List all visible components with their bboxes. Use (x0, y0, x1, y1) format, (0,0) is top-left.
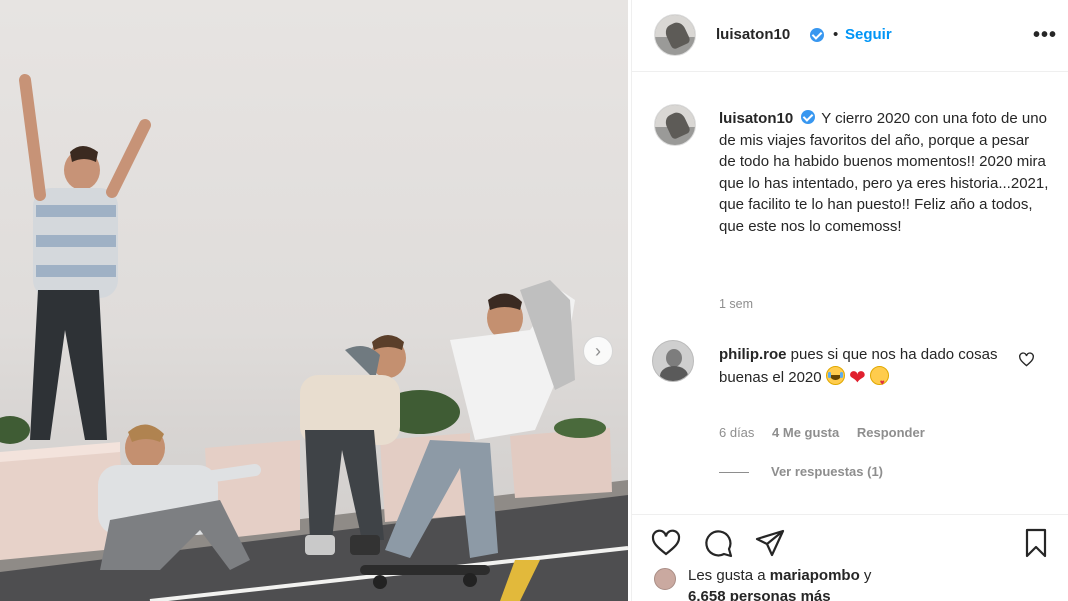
caption-timestamp[interactable]: 1 sem (719, 297, 753, 311)
likes-summary: Les gusta a mariapombo y (688, 567, 871, 584)
caption-username[interactable]: luisaton10 (719, 110, 793, 127)
comment-timestamp[interactable]: 6 días (719, 425, 754, 440)
comment-likes[interactable]: 4 Me gusta (772, 425, 839, 440)
separator-dot: • (833, 26, 839, 43)
view-replies-button[interactable]: Ver respuestas (1) (719, 464, 883, 479)
liker-avatar[interactable] (654, 568, 676, 590)
post-details-panel: luisaton10 • Seguir ••• luisaton10 Y cier… (631, 0, 1068, 601)
post-caption: luisaton10 Y cierro 2020 con una foto de … (719, 108, 1049, 237)
chevron-right-icon: › (595, 340, 601, 361)
heart-icon[interactable] (650, 527, 682, 559)
more-icon[interactable]: ••• (1033, 24, 1057, 47)
post-image-illustration (0, 74, 628, 601)
caption-text: Y cierro 2020 con una foto de uno de mis… (719, 110, 1049, 235)
kiss-emoji-icon (869, 365, 889, 393)
bookmark-icon[interactable] (1020, 527, 1052, 559)
post-header: luisaton10 • Seguir ••• (632, 0, 1068, 72)
likes-prefix: Les gusta a (688, 567, 766, 584)
follow-button[interactable]: Seguir (845, 26, 892, 43)
comment-username[interactable]: philip.roe (719, 346, 787, 363)
author-avatar[interactable] (654, 14, 696, 56)
author-username[interactable]: luisaton10 (716, 26, 790, 43)
comment-icon[interactable] (702, 527, 734, 559)
share-icon[interactable] (754, 527, 786, 559)
likes-suffix: y (863, 567, 872, 584)
reply-button[interactable]: Responder (857, 425, 925, 440)
red-heart-emoji-icon: ❤ (848, 366, 866, 389)
post-photo[interactable]: › (0, 0, 628, 601)
comment: philip.roe pues si que nos ha dado cosas… (719, 344, 1004, 393)
liker-username[interactable]: mariapombo (770, 567, 860, 584)
view-replies-label: Ver respuestas (1) (771, 464, 884, 479)
laughing-emoji-icon (825, 365, 845, 385)
verified-icon (810, 28, 824, 42)
caption-author-avatar[interactable] (654, 104, 696, 146)
comment-like-heart-icon[interactable] (1018, 352, 1035, 367)
commenter-avatar[interactable] (652, 340, 694, 382)
carousel-next-button[interactable]: › (583, 336, 613, 366)
verified-icon (801, 110, 816, 124)
likes-count[interactable]: 6.658 personas más (688, 588, 831, 601)
comment-meta: 6 días 4 Me gusta Responder (719, 425, 939, 440)
replies-divider (719, 472, 749, 474)
